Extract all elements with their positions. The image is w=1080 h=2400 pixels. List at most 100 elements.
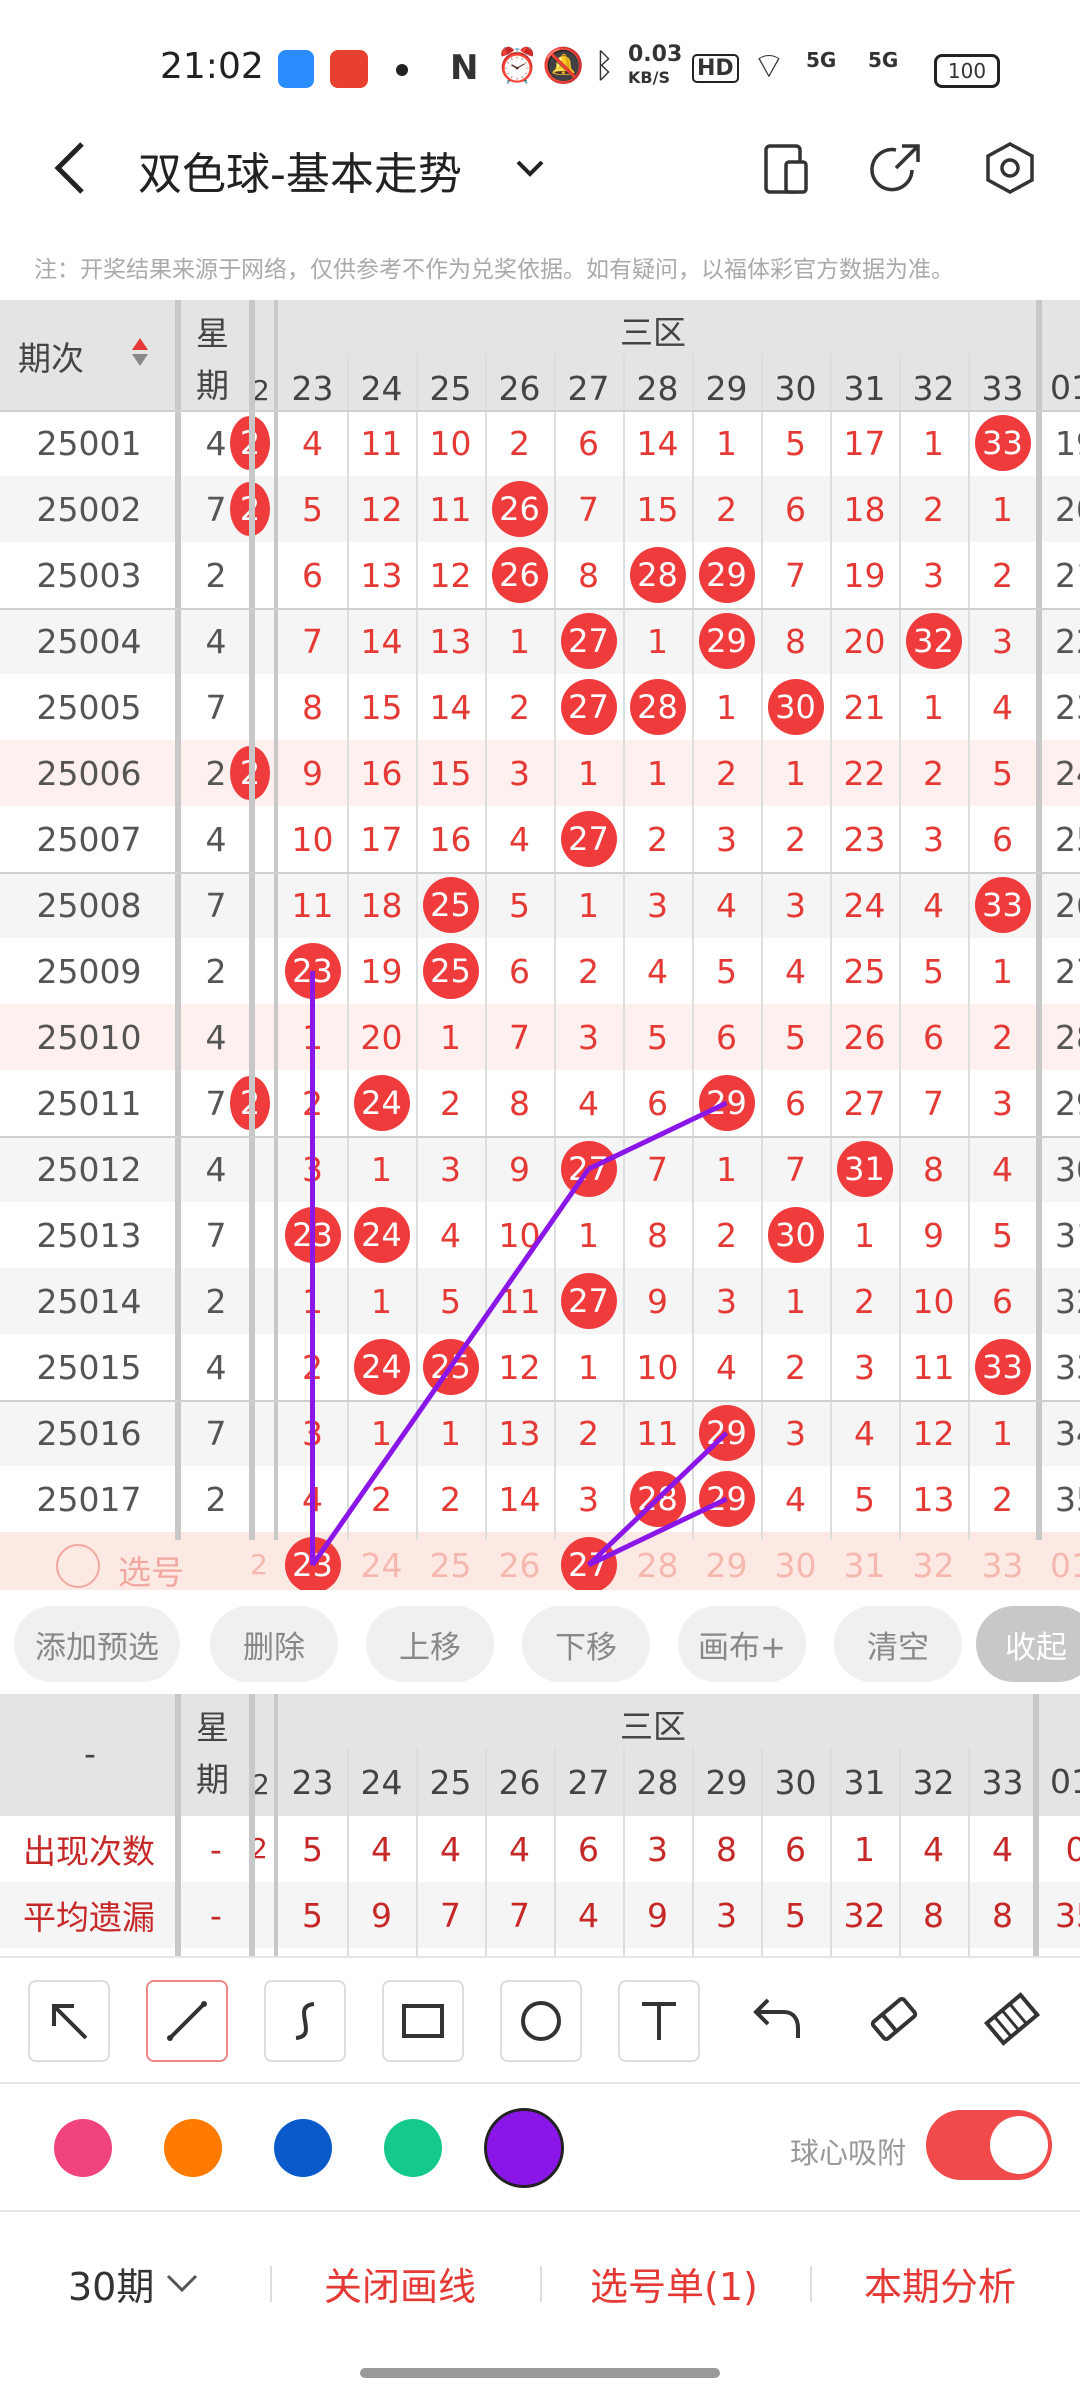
- omission-value[interactable]: 6: [761, 476, 830, 542]
- omission-value[interactable]: 19: [830, 542, 899, 608]
- omission-value[interactable]: 1: [830, 1202, 899, 1268]
- omission-value[interactable]: 10: [278, 806, 347, 872]
- omission-value[interactable]: 11: [416, 476, 485, 542]
- red-ball[interactable]: 28: [629, 1471, 686, 1527]
- selected-ball[interactable]: 27: [560, 1537, 617, 1590]
- omission-value[interactable]: 6: [968, 806, 1037, 872]
- omission-value[interactable]: 4: [968, 1136, 1037, 1202]
- select-number[interactable]: 29: [692, 1532, 761, 1590]
- omission-value[interactable]: 2: [416, 1466, 485, 1532]
- omission-value[interactable]: 6: [485, 938, 554, 1004]
- snap-toggle[interactable]: [926, 2110, 1052, 2180]
- period-select[interactable]: 30期: [68, 2256, 154, 2311]
- red-ball[interactable]: 25: [422, 943, 479, 999]
- omission-value[interactable]: 20: [830, 608, 899, 674]
- red-ball[interactable]: 31: [836, 1141, 893, 1197]
- omission-value[interactable]: 6: [278, 542, 347, 608]
- omission-value[interactable]: 9: [899, 1202, 968, 1268]
- omission-value[interactable]: 5: [830, 1466, 899, 1532]
- omission-value[interactable]: 3: [554, 1466, 623, 1532]
- omission-value[interactable]: 13: [899, 1466, 968, 1532]
- omission-value[interactable]: 1: [554, 1334, 623, 1400]
- red-ball[interactable]: 32: [905, 613, 962, 669]
- omission-value[interactable]: 2: [899, 476, 968, 542]
- omission-value[interactable]: 10: [623, 1334, 692, 1400]
- omission-value[interactable]: 1: [623, 608, 692, 674]
- omission-value[interactable]: 9: [623, 1268, 692, 1334]
- color-swatch[interactable]: [274, 2119, 332, 2177]
- omission-value[interactable]: 13: [347, 542, 416, 608]
- omission-value[interactable]: 21: [830, 674, 899, 740]
- curve-tool-icon[interactable]: [264, 1980, 346, 2062]
- omission-value[interactable]: 3: [968, 1070, 1037, 1136]
- omission-value[interactable]: 12: [899, 1400, 968, 1466]
- omission-value[interactable]: 2: [968, 1466, 1037, 1532]
- pick-list-button[interactable]: 选号单(1): [590, 2256, 758, 2311]
- red-ball[interactable]: 33: [974, 877, 1031, 933]
- omission-value[interactable]: 1: [485, 608, 554, 674]
- red-ball[interactable]: 23: [284, 943, 341, 999]
- omission-value[interactable]: 22: [830, 740, 899, 806]
- omission-value[interactable]: 18: [830, 476, 899, 542]
- omission-value[interactable]: 2: [485, 674, 554, 740]
- omission-value[interactable]: 5: [761, 410, 830, 476]
- omission-value[interactable]: 16: [416, 806, 485, 872]
- omission-value[interactable]: 11: [347, 410, 416, 476]
- omission-value[interactable]: 1: [554, 872, 623, 938]
- omission-value[interactable]: 8: [554, 542, 623, 608]
- omission-value[interactable]: 4: [485, 806, 554, 872]
- omission-value[interactable]: 13: [485, 1400, 554, 1466]
- omission-value[interactable]: 5: [416, 1268, 485, 1334]
- column-header-issue[interactable]: 期次: [18, 332, 84, 380]
- clear-button[interactable]: 清空: [834, 1606, 962, 1682]
- undo-icon[interactable]: [750, 1994, 804, 2044]
- select-number[interactable]: 26: [485, 1532, 554, 1590]
- omission-value[interactable]: 3: [692, 1268, 761, 1334]
- omission-value[interactable]: 8: [485, 1070, 554, 1136]
- omission-value[interactable]: 20: [347, 1004, 416, 1070]
- omission-value[interactable]: 6: [692, 1004, 761, 1070]
- omission-value[interactable]: 3: [278, 1400, 347, 1466]
- omission-value[interactable]: 12: [416, 542, 485, 608]
- period-analysis-button[interactable]: 本期分析: [864, 2256, 1016, 2311]
- omission-value[interactable]: 1: [761, 740, 830, 806]
- page-title[interactable]: 双色球-基本走势: [138, 138, 462, 202]
- omission-value[interactable]: 12: [347, 476, 416, 542]
- omission-value[interactable]: 3: [485, 740, 554, 806]
- circle-tool-icon[interactable]: [500, 1980, 582, 2062]
- eraser-icon[interactable]: [866, 1992, 922, 2046]
- omission-value[interactable]: 1: [347, 1400, 416, 1466]
- omission-value[interactable]: 4: [761, 938, 830, 1004]
- omission-value[interactable]: 3: [761, 1400, 830, 1466]
- omission-value[interactable]: 10: [899, 1268, 968, 1334]
- omission-value[interactable]: 2: [692, 1202, 761, 1268]
- red-ball[interactable]: 30: [767, 1207, 824, 1263]
- red-ball[interactable]: 24: [353, 1339, 410, 1395]
- omission-value[interactable]: 14: [416, 674, 485, 740]
- omission-value[interactable]: 26: [830, 1004, 899, 1070]
- omission-value[interactable]: 3: [623, 872, 692, 938]
- omission-value[interactable]: 5: [485, 872, 554, 938]
- settings-icon[interactable]: [980, 138, 1040, 198]
- red-ball[interactable]: 29: [698, 1075, 755, 1131]
- red-ball[interactable]: 33: [974, 415, 1031, 471]
- omission-value[interactable]: 11: [899, 1334, 968, 1400]
- red-ball[interactable]: 27: [560, 811, 617, 867]
- omission-value[interactable]: 15: [623, 476, 692, 542]
- omission-value[interactable]: 4: [278, 1466, 347, 1532]
- omission-value[interactable]: 3: [899, 542, 968, 608]
- canvas-plus-button[interactable]: 画布+: [678, 1606, 806, 1682]
- omission-value[interactable]: 5: [968, 740, 1037, 806]
- sort-up-icon[interactable]: [132, 338, 148, 350]
- omission-value[interactable]: 11: [278, 872, 347, 938]
- omission-value[interactable]: 4: [416, 1202, 485, 1268]
- red-ball[interactable]: 29: [698, 613, 755, 669]
- omission-value[interactable]: 4: [692, 1334, 761, 1400]
- omission-value[interactable]: 23: [830, 806, 899, 872]
- omission-value[interactable]: 2: [692, 740, 761, 806]
- omission-value[interactable]: 6: [968, 1268, 1037, 1334]
- omission-value[interactable]: 2: [761, 806, 830, 872]
- omission-value[interactable]: 8: [899, 1136, 968, 1202]
- omission-value[interactable]: 1: [692, 674, 761, 740]
- red-ball[interactable]: 24: [353, 1207, 410, 1263]
